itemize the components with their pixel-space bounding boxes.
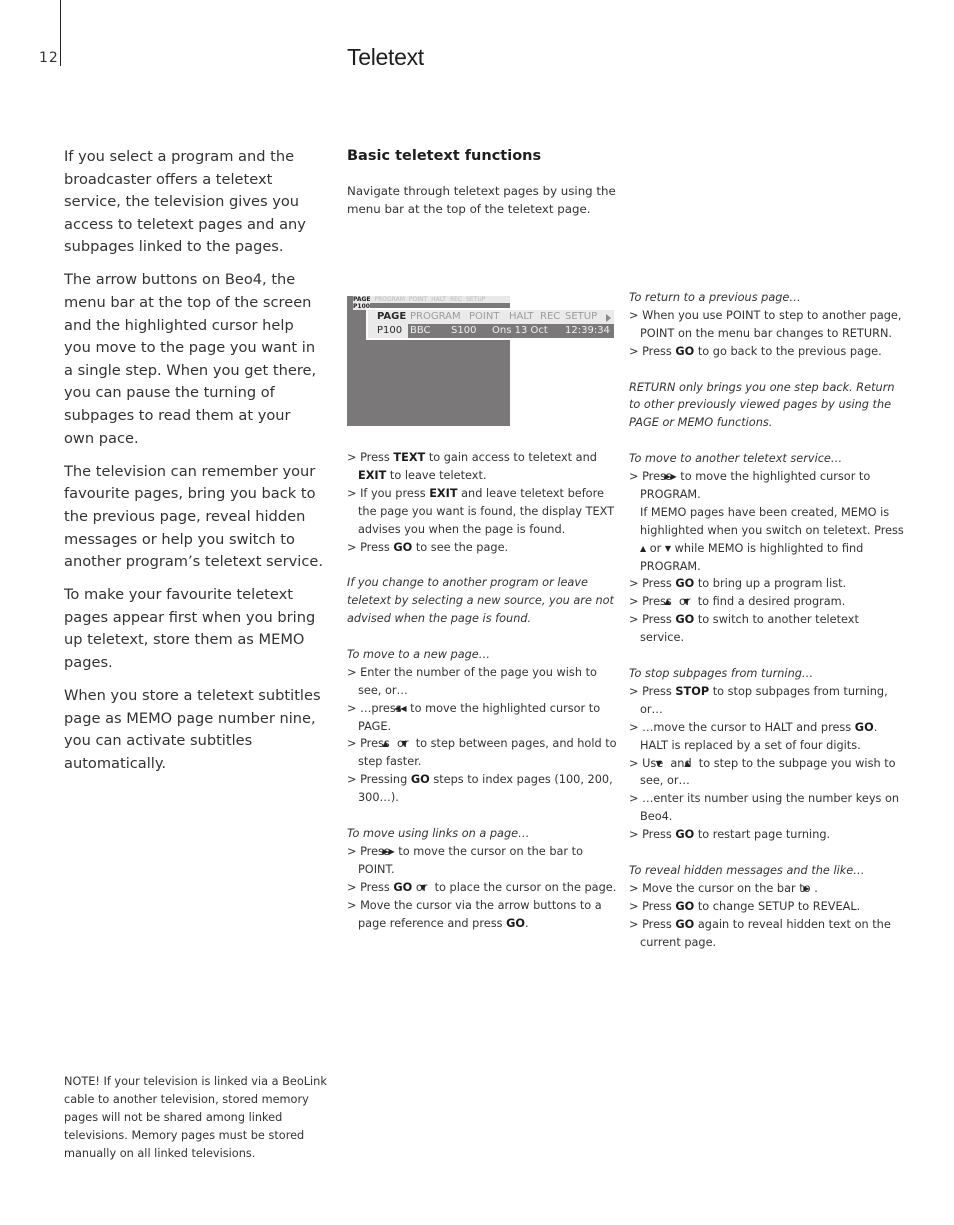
memo-note: If MEMO pages have been created, MEMO is…	[640, 505, 904, 573]
intro-text: If you select a program and the broadcas…	[64, 146, 324, 786]
intro-paragraph: To make your favourite teletext pages ap…	[64, 586, 316, 671]
italic-note: If you change to another program or leav…	[347, 576, 614, 626]
subsection-heading: To reveal hidden messages and the like…	[629, 863, 865, 877]
list-item: Press GO again to reveal hidden text on …	[629, 916, 904, 952]
list-item: When you use POINT to step to another pa…	[629, 307, 904, 343]
subsection-heading: To move to a new page…	[347, 647, 491, 661]
menu-item-rec: REC	[540, 311, 561, 322]
menu-item-setup: SETUP	[565, 311, 598, 322]
stop-steps: Press STOP to stop subpages from turning…	[629, 683, 904, 844]
margin-rule	[60, 0, 61, 66]
subpage-number: S100	[451, 325, 477, 336]
list-item: …enter its number using the number keys …	[629, 790, 904, 826]
list-item: Use ▼ and ▲ to step to the subpage you w…	[629, 755, 904, 791]
list-item: …move the cursor to HALT and press GO. H…	[629, 719, 904, 755]
menu-item-point: POINT	[469, 311, 500, 322]
list-item: …press ◀◀ to move the highlighted cursor…	[347, 700, 622, 736]
list-item: Press GO to see the page.	[347, 539, 622, 557]
menu-item-program: PROGRAM	[410, 311, 461, 322]
list-item: Press ▲ or ▼ to step between pages, and …	[347, 735, 622, 771]
intro-paragraph: When you store a teletext subtitles page…	[64, 687, 321, 772]
program-name: BBC	[410, 325, 431, 336]
menu-item-page: PAGE	[353, 296, 371, 303]
instructions-column-left: Press TEXT to gain access to teletext an…	[347, 449, 622, 932]
time-display: 12:39:34	[565, 325, 610, 336]
list-item: Pressing GO steps to index pages (100, 2…	[347, 771, 622, 807]
menu-item-page: PAGE	[377, 311, 407, 322]
page-title: Teletext	[347, 44, 424, 70]
page-number: 12	[39, 50, 59, 66]
menu-item-halt: HALT	[509, 311, 534, 322]
menu-item-halt: HALT	[431, 296, 446, 303]
intro-paragraph: The television can remember your favouri…	[64, 462, 323, 571]
list-item: Enter the number of the page you wish to…	[347, 664, 622, 700]
footer-note: NOTE! If your television is linked via a…	[64, 1075, 327, 1160]
menu-item-program: PROGRAM	[374, 296, 405, 303]
list-item: Press ▶▶ to move the highlighted cursor …	[629, 468, 904, 504]
intro-paragraph: The arrow buttons on Beo4, the menu bar …	[64, 271, 317, 447]
reveal-steps: Move the cursor on the bar to ▶. Press G…	[629, 880, 904, 952]
basic-steps-list: Press TEXT to gain access to teletext an…	[347, 449, 622, 556]
list-item: Press STOP to stop subpages from turning…	[629, 683, 904, 719]
service-steps: Press ▶▶ to move the highlighted cursor …	[629, 468, 904, 504]
list-item: Move the cursor via the arrow buttons to…	[347, 897, 622, 933]
date-display: Ons 13 Oct	[492, 325, 548, 336]
section-title: Basic teletext functions	[347, 148, 542, 164]
intro-paragraph: If you select a program and the broadcas…	[64, 148, 306, 256]
list-item: Press GO to change SETUP to REVEAL.	[629, 898, 904, 916]
list-item: Press ▲ or ▼ to find a desired program.	[629, 593, 904, 611]
instructions-column-right: To return to a previous page… When you u…	[629, 289, 904, 951]
menu-item-point: POINT	[408, 296, 428, 303]
subsection-heading: To stop subpages from turning…	[629, 666, 814, 680]
return-steps: When you use POINT to step to another pa…	[629, 307, 904, 361]
list-item: If you press EXIT and leave teletext bef…	[347, 485, 622, 539]
page-number-display: P100	[368, 324, 408, 338]
subsection-heading: To move to another teletext service…	[629, 452, 843, 466]
list-item: Press GO to restart page turning.	[629, 826, 904, 844]
list-item: Press GO to go back to the previous page…	[629, 343, 904, 361]
list-item: Press TEXT to gain access to teletext an…	[347, 449, 622, 485]
italic-note: RETURN only brings you one step back. Re…	[629, 380, 895, 430]
section-description: Navigate through teletext pages by using…	[347, 184, 616, 216]
list-item: Move the cursor on the bar to ▶.	[629, 880, 904, 898]
enlarged-menu-bar: PAGE PROGRAM POINT HALT REC SETUP P100 B…	[366, 308, 616, 340]
list-item: Press ▶▶ to move the cursor on the bar t…	[347, 843, 622, 879]
links-steps: Press ▶▶ to move the cursor on the bar t…	[347, 843, 622, 933]
new-page-steps: Enter the number of the page you wish to…	[347, 664, 622, 807]
menu-item-rec: REC	[449, 296, 463, 303]
menu-item-setup: SETUP	[466, 296, 486, 303]
subsection-heading: To return to a previous page…	[629, 291, 801, 304]
list-item: Press GO or ▼ to place the cursor on the…	[347, 879, 622, 897]
service-steps-more: Press GO to bring up a program list. Pre…	[629, 575, 904, 647]
list-item: Press GO to switch to another teletext s…	[629, 611, 904, 647]
subsection-heading: To move using links on a page…	[347, 826, 530, 840]
list-item: Press GO to bring up a program list.	[629, 575, 904, 593]
